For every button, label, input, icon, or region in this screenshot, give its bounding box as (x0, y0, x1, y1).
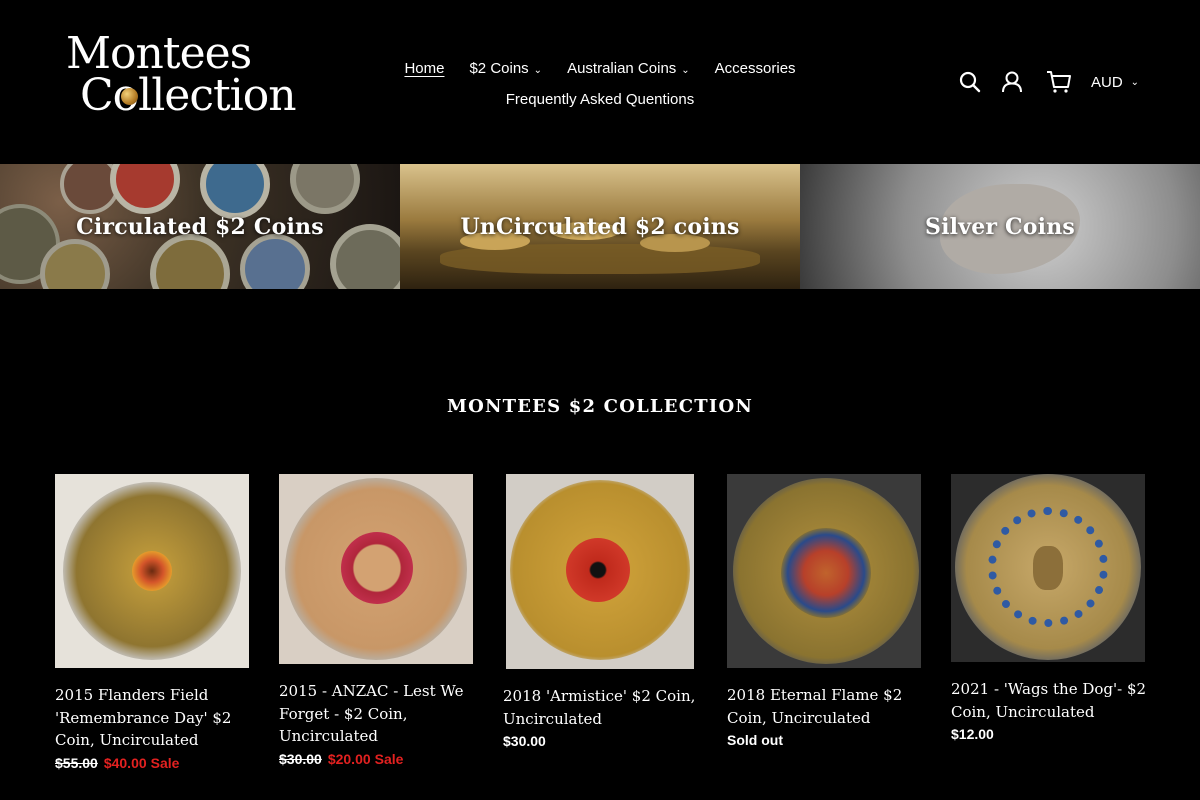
product-price: $30.00 $20.00 Sale (279, 751, 475, 767)
product-title[interactable]: 2015 - ANZAC - Lest We Forget - $2 Coin,… (279, 680, 475, 748)
currency-selector[interactable]: AUD ⌄ (1091, 74, 1139, 91)
main-nav: Home $2 Coins ⌄ Australian Coins ⌄ Accesso… (340, 54, 860, 114)
banner-silver[interactable]: Silver Coins (800, 164, 1200, 289)
collection-banners: Circulated $2 Coins UnCirculated $2 coin… (0, 164, 1200, 289)
original-price: $55.00 (55, 754, 98, 771)
chevron-down-icon: ⌄ (1130, 77, 1140, 88)
header-icons (955, 66, 1074, 98)
section-title: MONTEES $2 COLLECTION (447, 396, 753, 417)
chevron-down-icon: ⌄ (533, 65, 543, 76)
sale-price: $40.00 (103, 754, 147, 771)
product-price: $12.00 (951, 726, 1147, 742)
product-image[interactable] (55, 474, 249, 668)
product-image[interactable] (506, 474, 694, 669)
product-image[interactable] (727, 474, 921, 668)
user-icon[interactable] (997, 67, 1027, 97)
sale-badge: Sale (150, 754, 180, 771)
product-card[interactable]: 2015 - ANZAC - Lest We Forget - $2 Coin,… (279, 474, 475, 767)
banner-silver-label: Silver Coins (925, 213, 1075, 240)
nav-australian-coins[interactable]: Australian Coins ⌄ (567, 54, 690, 85)
product-title[interactable]: 2021 - 'Wags the Dog'- $2 Coin, Uncircul… (951, 678, 1147, 723)
banner-uncirculated[interactable]: UnCirculated $2 coins (400, 164, 800, 289)
banner-uncirculated-label: UnCirculated $2 coins (460, 213, 740, 240)
product-title[interactable]: 2018 Eternal Flame $2 Coin, Uncirculated (727, 684, 923, 729)
brand-logo[interactable]: Montees Collection (66, 30, 297, 122)
nav-home[interactable]: Home (404, 54, 444, 85)
product-card[interactable]: 2018 'Armistice' $2 Coin, Uncirculated $… (503, 474, 699, 749)
nav-2-coins-label: $2 Coins (469, 60, 529, 77)
search-icon[interactable] (955, 67, 985, 97)
product-image[interactable] (279, 474, 473, 664)
product-price: $30.00 (503, 733, 699, 749)
nav-faq[interactable]: Frequently Asked Quentions (506, 85, 694, 114)
nav-accessories[interactable]: Accessories (715, 54, 796, 85)
nav-2-coins[interactable]: $2 Coins ⌄ (469, 54, 542, 85)
product-title[interactable]: 2015 Flanders Field 'Remembrance Day' $2… (55, 684, 251, 752)
banner-circulated[interactable]: Circulated $2 Coins (0, 164, 400, 289)
product-card[interactable]: 2018 Eternal Flame $2 Coin, Uncirculated… (727, 474, 923, 748)
site-header: Montees Collection Home $2 Coins ⌄ Austra… (0, 0, 1200, 164)
sale-price: $20.00 (327, 750, 371, 767)
product-card[interactable]: 2015 Flanders Field 'Remembrance Day' $2… (55, 474, 251, 771)
sold-out-label: Sold out (727, 732, 783, 748)
cart-icon[interactable] (1044, 67, 1074, 97)
product-card[interactable]: 2021 - 'Wags the Dog'- $2 Coin, Uncircul… (951, 474, 1147, 742)
nav-australian-coins-label: Australian Coins (567, 60, 677, 77)
chevron-down-icon: ⌄ (681, 65, 690, 76)
logo-line-2: Collection (80, 70, 297, 121)
regular-price: $30.00 (503, 733, 546, 749)
banner-circulated-label: Circulated $2 Coins (76, 213, 324, 240)
original-price: $30.00 (279, 750, 322, 767)
product-availability: Sold out (727, 732, 923, 748)
product-price: $55.00 $40.00 Sale (55, 755, 251, 771)
product-image[interactable] (951, 474, 1145, 662)
currency-value: AUD (1091, 74, 1123, 91)
regular-price: $12.00 (951, 726, 994, 742)
product-title[interactable]: 2018 'Armistice' $2 Coin, Uncirculated (503, 685, 699, 730)
sale-badge: Sale (374, 750, 404, 767)
logo-coin-icon (121, 88, 138, 105)
